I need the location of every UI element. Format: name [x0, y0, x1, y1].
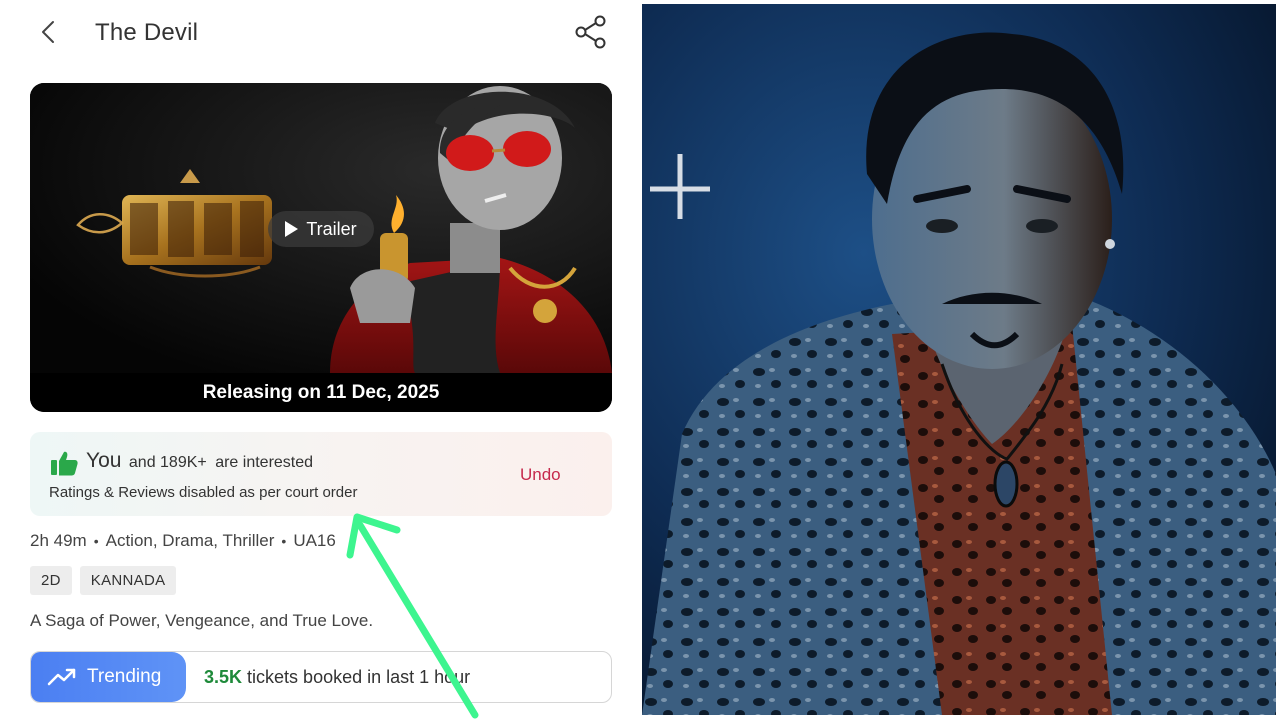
page-title: The Devil — [95, 19, 199, 46]
interest-count: and 189K+ — [128, 454, 207, 471]
share-icon — [575, 15, 606, 49]
movie-banner[interactable]: Trailer Releasing on 11 Dec, 2025 — [30, 83, 612, 412]
ratings-disabled-note: Ratings & Reviews disabled as per court … — [49, 484, 358, 501]
trending-label: Trending — [87, 666, 162, 687]
trending-badge: Trending — [31, 652, 186, 702]
movie-meta: 2h 49m • Action, Drama, Thriller • UA16 — [30, 531, 336, 551]
play-icon — [285, 221, 299, 237]
interest-label: are interested — [215, 454, 314, 471]
chip-language: KANNADA — [79, 566, 177, 595]
interest-card: You and 189K+ are interested Ratings & R… — [30, 432, 612, 516]
tickets-label: tickets booked in last 1 hour — [247, 667, 471, 687]
tickets-booked-text: 3.5K tickets booked in last 1 hour — [204, 667, 470, 688]
trailer-button[interactable]: Trailer — [268, 211, 374, 247]
release-date-bar: Releasing on 11 Dec, 2025 — [30, 373, 612, 412]
separator-dot: • — [281, 533, 287, 549]
genres: Action, Drama, Thriller — [105, 531, 275, 550]
back-button[interactable] — [36, 18, 64, 46]
undo-button[interactable]: Undo — [520, 465, 561, 485]
certificate: UA16 — [293, 531, 336, 550]
movie-detail-screen: The Devil Trailer Releasing on 11 Dec, 2… — [0, 0, 640, 720]
movie-tagline: A Saga of Power, Vengeance, and True Lov… — [30, 611, 374, 630]
thumbs-up-icon — [51, 451, 78, 476]
separator-dot: • — [93, 533, 99, 549]
tickets-count: 3.5K — [204, 667, 243, 687]
chevron-left-icon — [42, 21, 54, 43]
trending-banner[interactable]: Trending 3.5K tickets booked in last 1 h… — [30, 651, 612, 703]
interest-summary: You and 189K+ are interested — [86, 449, 313, 473]
release-date-text: Releasing on 11 Dec, 2025 — [202, 381, 440, 403]
top-bar: The Devil — [0, 0, 640, 66]
actor-poster-image — [642, 4, 1276, 715]
trending-up-icon — [47, 668, 76, 686]
share-button[interactable] — [574, 14, 610, 50]
format-chips: 2D KANNADA — [30, 566, 177, 595]
interest-you: You — [86, 449, 122, 472]
chip-format: 2D — [30, 566, 72, 595]
duration: 2h 49m — [30, 531, 87, 550]
trailer-label: Trailer — [306, 218, 357, 239]
